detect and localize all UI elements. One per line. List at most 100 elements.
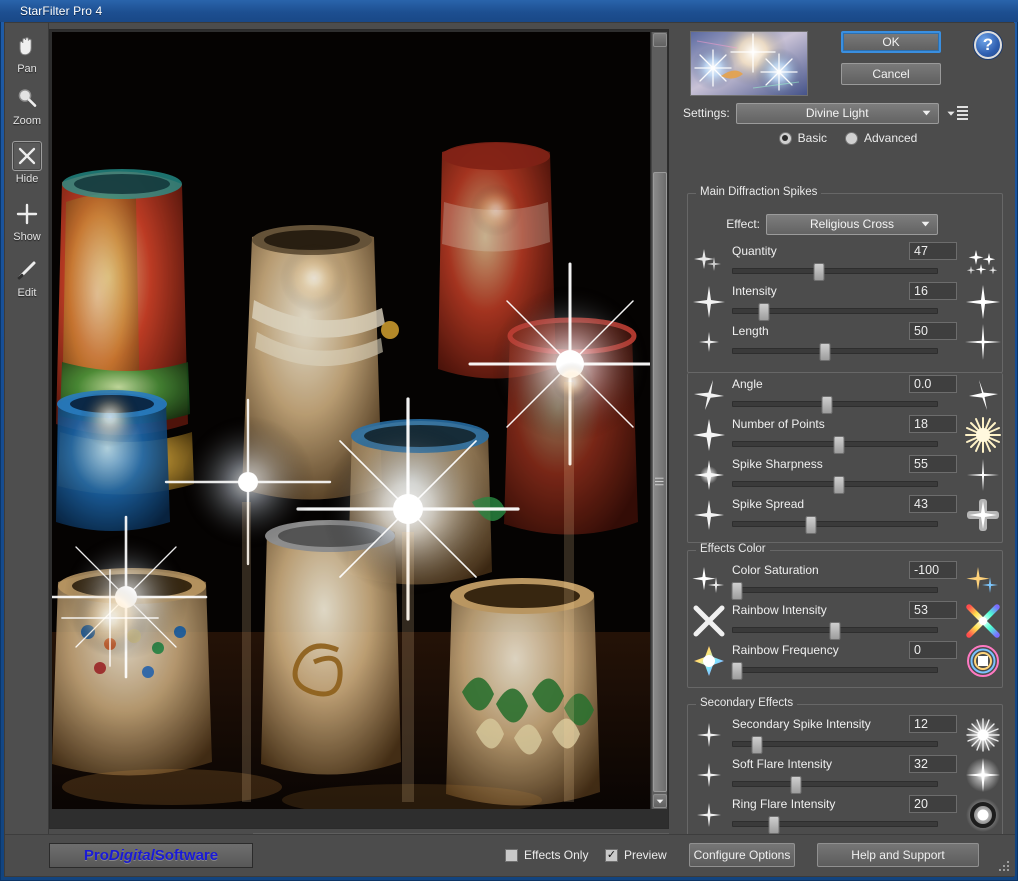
ok-button[interactable]: OK bbox=[841, 31, 941, 53]
slider-value-spike-spread[interactable]: 43 bbox=[909, 495, 957, 513]
slider-value-length[interactable]: 50 bbox=[909, 322, 957, 340]
star-4point-icon bbox=[690, 416, 728, 454]
slider-label-number-of-points: Number of Points bbox=[732, 417, 825, 431]
resize-grip[interactable] bbox=[997, 859, 1011, 873]
slider-row-length: Length 50 bbox=[688, 322, 1004, 362]
slider-thumb-number-of-points[interactable] bbox=[833, 436, 845, 454]
checkbox-effects-only[interactable]: Effects Only bbox=[505, 848, 588, 862]
slider-track-rainbow-intensity[interactable] bbox=[732, 622, 938, 640]
settings-preset-dropdown[interactable]: Divine Light bbox=[735, 102, 939, 124]
image-preview[interactable] bbox=[52, 32, 650, 809]
slider-row-ring-flare-intensity: Ring Flare Intensity 20 bbox=[688, 795, 1004, 835]
radio-advanced[interactable]: Advanced bbox=[844, 131, 917, 145]
slider-row-intensity: Intensity 16 bbox=[688, 282, 1004, 322]
vertical-scroll-thumb[interactable]: ||| bbox=[653, 172, 667, 792]
radio-advanced-indicator bbox=[844, 131, 858, 145]
star-soft-icon bbox=[690, 456, 728, 494]
slider-value-number-of-points[interactable]: 18 bbox=[909, 415, 957, 433]
star-tiny-icon bbox=[690, 323, 728, 361]
vertical-scrollbar[interactable]: chevron-up-icon ||| bbox=[651, 32, 667, 809]
tool-edit[interactable]: Edit bbox=[5, 255, 49, 299]
group-main-title: Main Diffraction Spikes bbox=[696, 186, 822, 198]
slider-thumb-ring-flare-intensity[interactable] bbox=[768, 816, 780, 834]
slider-track-spike-spread[interactable] bbox=[732, 516, 938, 534]
settings-preset-value: Divine Light bbox=[805, 106, 869, 120]
help-icon[interactable]: ? bbox=[974, 31, 1002, 59]
slider-value-quantity[interactable]: 47 bbox=[909, 242, 957, 260]
star-small-icon bbox=[690, 796, 728, 834]
window-title: StarFilter Pro 4 bbox=[20, 4, 103, 18]
cancel-button[interactable]: Cancel bbox=[841, 63, 941, 85]
slider-value-spike-sharpness[interactable]: 55 bbox=[909, 455, 957, 473]
slider-track-soft-flare-intensity[interactable] bbox=[732, 776, 938, 794]
star-4point-icon bbox=[690, 496, 728, 534]
radio-basic[interactable]: Basic bbox=[778, 131, 827, 145]
slider-value-rainbow-intensity[interactable]: 53 bbox=[909, 601, 957, 619]
preview-checkbox-box[interactable]: ✓ bbox=[605, 848, 618, 862]
slider-track-rainbow-frequency[interactable] bbox=[731, 662, 938, 680]
effects-only-checkbox-box[interactable] bbox=[505, 848, 518, 862]
effects-only-label: Effects Only bbox=[524, 848, 589, 862]
slider-track-secondary-spike-intensity[interactable] bbox=[732, 736, 938, 754]
scroll-grip: ||| bbox=[654, 476, 665, 488]
slider-value-rainbow-frequency[interactable]: 0 bbox=[909, 641, 957, 659]
slider-thumb-intensity[interactable] bbox=[758, 303, 770, 321]
slider-value-soft-flare-intensity[interactable]: 32 bbox=[909, 755, 957, 773]
star-tilted-icon bbox=[690, 376, 728, 414]
slider-thumb-secondary-spike-intensity[interactable] bbox=[751, 736, 763, 754]
configure-options-button[interactable]: Configure Options bbox=[689, 843, 795, 867]
slider-value-color-saturation[interactable]: -100 bbox=[909, 561, 957, 579]
slider-value-intensity[interactable]: 16 bbox=[909, 282, 957, 300]
slider-track-quantity[interactable] bbox=[732, 263, 938, 281]
star-long-icon bbox=[964, 323, 1002, 361]
settings-label: Settings: bbox=[683, 106, 730, 120]
scroll-up-button[interactable]: chevron-up-icon bbox=[653, 33, 667, 47]
slider-thumb-length[interactable] bbox=[819, 343, 831, 361]
prodigital-software-logo[interactable]: Pro Digital Software bbox=[49, 843, 253, 868]
slider-value-ring-flare-intensity[interactable]: 20 bbox=[909, 795, 957, 813]
slider-thumb-rainbow-frequency[interactable] bbox=[731, 662, 743, 680]
starfilter-pro-window: StarFilter Pro 4 Pan Zoom Hide Show Edit… bbox=[0, 0, 1018, 881]
tool-hide[interactable]: Hide bbox=[5, 141, 49, 185]
slider-value-secondary-spike-intensity[interactable]: 12 bbox=[909, 715, 957, 733]
help-and-support-button[interactable]: Help and Support bbox=[817, 843, 979, 867]
scroll-down-button[interactable] bbox=[653, 794, 667, 808]
tool-zoom[interactable]: Zoom bbox=[5, 83, 49, 127]
slider-track-angle[interactable] bbox=[732, 396, 938, 414]
group-secondary-effects: Secondary Effects Secondary Spike Intens… bbox=[687, 697, 1004, 844]
slider-track-length[interactable] bbox=[732, 343, 938, 361]
slider-label-quantity: Quantity bbox=[732, 244, 777, 258]
mode-radio-group: Basic Advanced bbox=[683, 131, 1013, 145]
slider-track-number-of-points[interactable] bbox=[732, 436, 938, 454]
slider-track-intensity[interactable] bbox=[732, 303, 938, 321]
star-bright-icon bbox=[964, 283, 1002, 321]
effect-preview-thumbnail bbox=[690, 31, 808, 96]
slider-thumb-angle[interactable] bbox=[821, 396, 833, 414]
magnifier-icon bbox=[12, 83, 42, 113]
checkbox-preview[interactable]: ✓ Preview bbox=[605, 848, 667, 862]
slider-track-color-saturation[interactable] bbox=[731, 582, 938, 600]
brand-pro: Pro bbox=[83, 847, 109, 864]
effect-dropdown[interactable]: Religious Cross bbox=[766, 213, 938, 235]
preset-menu-icon[interactable] bbox=[947, 106, 968, 120]
slider-thumb-spike-spread[interactable] bbox=[805, 516, 817, 534]
slider-track-ring-flare-intensity[interactable] bbox=[732, 816, 938, 834]
chevron-down-icon bbox=[656, 799, 664, 804]
slider-thumb-color-saturation[interactable] bbox=[731, 582, 743, 600]
tool-show[interactable]: Show bbox=[5, 199, 49, 243]
slider-thumb-quantity[interactable] bbox=[813, 263, 825, 281]
tool-edit-label: Edit bbox=[17, 287, 37, 299]
tool-pan[interactable]: Pan bbox=[5, 31, 49, 75]
slider-track-spike-sharpness[interactable] bbox=[732, 476, 938, 494]
slider-value-angle[interactable]: 0.0 bbox=[909, 375, 957, 393]
slider-thumb-soft-flare-intensity[interactable] bbox=[790, 776, 802, 794]
slider-row-spike-spread: Spike Spread 43 bbox=[688, 495, 1004, 535]
slider-thumb-spike-sharpness[interactable] bbox=[833, 476, 845, 494]
slider-label-spike-sharpness: Spike Sharpness bbox=[732, 457, 823, 471]
star-sharp-icon bbox=[964, 456, 1002, 494]
star-small-icon bbox=[690, 716, 728, 754]
slider-thumb-rainbow-intensity[interactable] bbox=[829, 622, 841, 640]
radio-basic-indicator bbox=[778, 131, 792, 145]
slider-row-secondary-spike-intensity: Secondary Spike Intensity 12 bbox=[688, 715, 1004, 755]
soft-flare-icon bbox=[964, 756, 1002, 794]
